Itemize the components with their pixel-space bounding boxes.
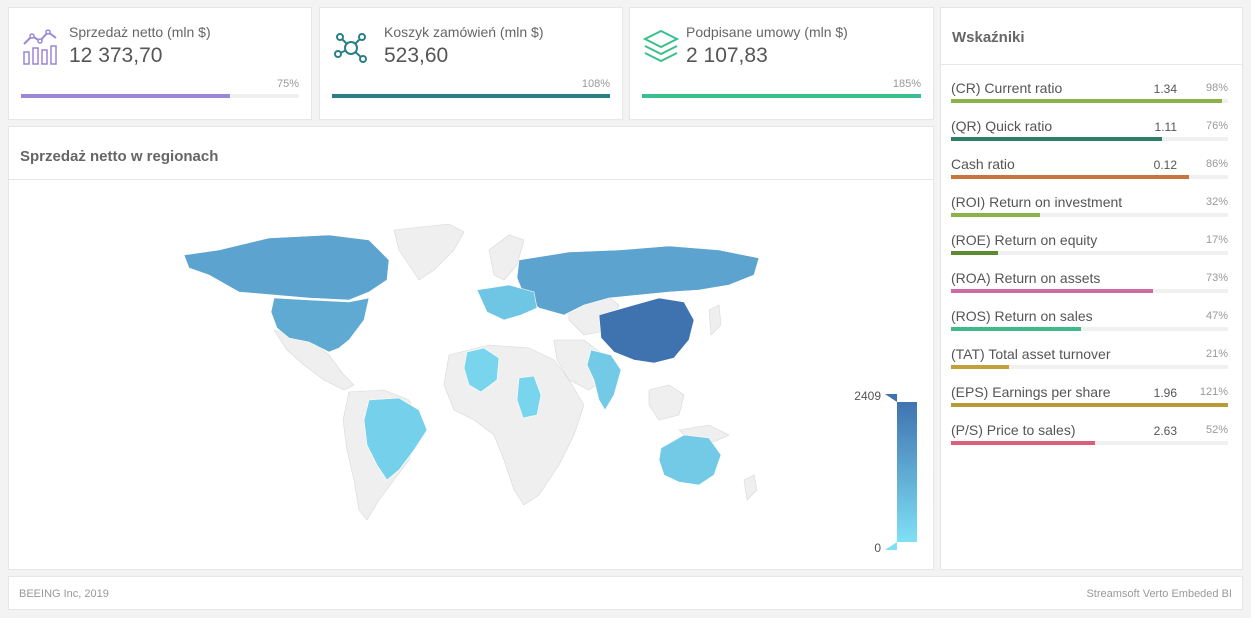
region-europe[interactable] bbox=[476, 284, 538, 321]
indicator-label: (ROA) Return on assets bbox=[951, 270, 1101, 286]
network-nodes-icon bbox=[332, 28, 370, 66]
indicator-percent: 76% bbox=[1205, 120, 1228, 132]
indicator-progress-bar bbox=[951, 365, 1010, 369]
indicator-value: 2.63 bbox=[1153, 424, 1177, 438]
indicator-row[interactable]: (P/S) Price to sales) 2.63 52% bbox=[941, 410, 1242, 448]
indicator-progress-track bbox=[951, 403, 1228, 407]
kpi-value: 12 373,70 bbox=[69, 44, 163, 67]
kpi-value: 523,60 bbox=[384, 44, 449, 67]
footer: BEEING Inc, 2019 Streamsoft Verto Embede… bbox=[8, 576, 1243, 610]
indicator-progress-track bbox=[951, 327, 1228, 331]
indicator-label: Cash ratio bbox=[951, 156, 1015, 172]
indicator-percent: 47% bbox=[1205, 310, 1228, 322]
indicator-label: (QR) Quick ratio bbox=[951, 118, 1053, 134]
indicator-progress-bar bbox=[951, 403, 1228, 407]
indicator-label: (ROE) Return on equity bbox=[951, 232, 1098, 248]
kpi-title: Sprzedaż netto (mln $) bbox=[69, 24, 211, 40]
indicator-progress-track bbox=[951, 365, 1228, 369]
panel-title: Wskaźniki bbox=[952, 29, 1025, 46]
indicator-label: (CR) Current ratio bbox=[951, 80, 1063, 96]
kpi-progress-track bbox=[21, 94, 299, 98]
indicator-progress-bar bbox=[951, 289, 1154, 293]
indicator-progress-bar bbox=[951, 175, 1190, 179]
indicator-label: (P/S) Price to sales) bbox=[951, 422, 1076, 438]
region-australia[interactable] bbox=[658, 434, 722, 486]
kpi-title: Koszyk zamówień (mln $) bbox=[384, 24, 544, 40]
kpi-progress-bar bbox=[21, 94, 230, 98]
legend-gradient-bar bbox=[897, 402, 917, 542]
indicator-progress-track bbox=[951, 99, 1228, 103]
indicator-row[interactable]: (ROS) Return on sales 47% bbox=[941, 296, 1242, 334]
indicator-progress-track bbox=[951, 251, 1228, 255]
kpi-card-signed-contracts[interactable]: Podpisane umowy (mln $) 2 107,83 185% bbox=[629, 7, 934, 120]
kpi-percent: 108% bbox=[581, 78, 610, 90]
regional-sales-map-panel: Sprzedaż netto w regionach 2409 0 bbox=[8, 126, 934, 570]
layers-stack-icon bbox=[642, 28, 680, 66]
kpi-progress-bar bbox=[642, 94, 921, 98]
indicator-progress-bar bbox=[951, 251, 999, 255]
map-highlighted-regions bbox=[183, 234, 760, 486]
kpi-progress-track bbox=[642, 94, 921, 98]
indicator-row[interactable]: (ROI) Return on investment 32% bbox=[941, 182, 1242, 220]
indicator-label: (ROS) Return on sales bbox=[951, 308, 1093, 324]
indicator-percent: 73% bbox=[1205, 272, 1228, 284]
footer-copyright: BEEING Inc, 2019 bbox=[19, 588, 109, 600]
indicator-percent: 32% bbox=[1205, 196, 1228, 208]
indicator-row[interactable]: (ROA) Return on assets 73% bbox=[941, 258, 1242, 296]
indicator-percent: 86% bbox=[1205, 158, 1228, 170]
indicator-percent: 21% bbox=[1205, 348, 1228, 360]
color-scale-legend: 2409 0 bbox=[854, 389, 917, 555]
indicator-value: 1.34 bbox=[1153, 82, 1177, 96]
indicators-panel: Wskaźniki (CR) Current ratio 1.34 98% (QR) … bbox=[940, 7, 1243, 570]
indicator-row[interactable]: (ROE) Return on equity 17% bbox=[941, 220, 1242, 258]
legend-max-label: 2409 bbox=[854, 389, 881, 403]
indicator-row[interactable]: (CR) Current ratio 1.34 98% bbox=[941, 68, 1242, 106]
indicator-row[interactable]: (TAT) Total asset turnover 21% bbox=[941, 334, 1242, 372]
indicator-progress-track bbox=[951, 213, 1228, 217]
legend-min-label: 0 bbox=[874, 541, 881, 555]
indicator-row[interactable]: (QR) Quick ratio 1.11 76% bbox=[941, 106, 1242, 144]
indicator-progress-bar bbox=[951, 137, 1162, 141]
indicator-percent: 17% bbox=[1205, 234, 1228, 246]
indicator-percent: 121% bbox=[1199, 386, 1228, 398]
indicator-percent: 52% bbox=[1205, 424, 1228, 436]
region-canada[interactable] bbox=[183, 234, 390, 301]
footer-product-name: Streamsoft Verto Embeded BI bbox=[1086, 588, 1232, 600]
kpi-card-order-basket[interactable]: Koszyk zamówień (mln $) 523,60 108% bbox=[319, 7, 623, 120]
indicator-label: (ROI) Return on investment bbox=[951, 194, 1123, 210]
indicator-progress-track bbox=[951, 289, 1228, 293]
indicator-progress-track bbox=[951, 137, 1228, 141]
legend-min-marker bbox=[885, 542, 897, 550]
indicator-row[interactable]: Cash ratio 0.12 86% bbox=[941, 144, 1242, 182]
indicator-progress-track bbox=[951, 175, 1228, 179]
indicator-value: 0.12 bbox=[1153, 158, 1177, 172]
indicator-value: 1.96 bbox=[1153, 386, 1177, 400]
indicator-row[interactable]: (EPS) Earnings per share 1.96 121% bbox=[941, 372, 1242, 410]
world-choropleth-map[interactable]: 2409 0 bbox=[9, 180, 933, 569]
indicator-progress-bar bbox=[951, 327, 1082, 331]
kpi-value: 2 107,83 bbox=[686, 44, 768, 67]
kpi-title: Podpisane umowy (mln $) bbox=[686, 24, 848, 40]
kpi-card-net-sales[interactable]: Sprzedaż netto (mln $) 12 373,70 75% bbox=[8, 7, 312, 120]
indicator-progress-track bbox=[951, 441, 1228, 445]
indicator-label: (TAT) Total asset turnover bbox=[951, 346, 1111, 362]
panel-header: Wskaźniki bbox=[941, 8, 1242, 65]
indicator-value: 1.11 bbox=[1154, 120, 1177, 134]
indicator-progress-bar bbox=[951, 99, 1223, 103]
indicator-progress-bar bbox=[951, 441, 1096, 445]
kpi-percent: 185% bbox=[892, 78, 921, 90]
indicator-label: (EPS) Earnings per share bbox=[951, 384, 1111, 400]
legend-max-marker bbox=[885, 394, 897, 402]
indicator-progress-bar bbox=[951, 213, 1040, 217]
panel-header: Sprzedaż netto w regionach bbox=[9, 127, 933, 180]
kpi-percent: 75% bbox=[276, 78, 299, 90]
kpi-progress-track bbox=[332, 94, 610, 98]
indicator-percent: 98% bbox=[1205, 82, 1228, 94]
panel-title: Sprzedaż netto w regionach bbox=[20, 148, 219, 165]
kpi-progress-bar bbox=[332, 94, 610, 98]
line-bar-chart-icon bbox=[21, 28, 59, 66]
